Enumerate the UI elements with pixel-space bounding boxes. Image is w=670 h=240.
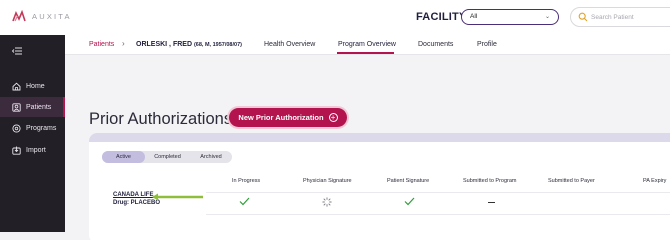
tab-program-overview[interactable]: Program Overview bbox=[338, 41, 396, 48]
row-divider bbox=[206, 192, 670, 193]
card-header-band bbox=[89, 133, 670, 142]
column-header-patient-signature: Patient Signature bbox=[387, 178, 430, 184]
loading-spinner-icon bbox=[322, 197, 332, 207]
app-logo[interactable]: AUXITA bbox=[12, 10, 72, 22]
row-divider bbox=[206, 214, 670, 215]
column-header-physician-signature: Physician Signature bbox=[303, 178, 352, 184]
sidebar-item-label: Import bbox=[26, 146, 46, 154]
patient-detail: (68, M, 1957/08/07) bbox=[193, 42, 242, 48]
logo-text: AUXITA bbox=[32, 11, 72, 21]
facility-select-value: All bbox=[470, 13, 478, 20]
import-icon bbox=[12, 146, 21, 155]
check-icon bbox=[239, 197, 250, 206]
collapse-sidebar-icon[interactable] bbox=[12, 47, 22, 55]
sidebar-item-home[interactable]: Home bbox=[0, 76, 65, 96]
column-header-pa-expiry: PA Expiry bbox=[643, 178, 667, 184]
sidebar-item-label: Patients bbox=[26, 103, 52, 111]
not-applicable-dash bbox=[488, 202, 495, 203]
sidebar-item-programs[interactable]: Programs bbox=[0, 118, 65, 138]
auxita-logo-icon bbox=[12, 10, 26, 22]
patient-name: ORLESKI , FRED bbox=[136, 41, 193, 48]
active-tab-indicator bbox=[337, 52, 394, 54]
programs-icon bbox=[12, 123, 21, 133]
new-prior-authorization-button[interactable]: New Prior Authorization + bbox=[229, 108, 347, 127]
sidebar-item-label: Home bbox=[26, 82, 45, 90]
filter-active[interactable]: Active bbox=[102, 151, 145, 163]
page-title: Prior Authorizations bbox=[89, 110, 233, 128]
arrow-left-icon bbox=[152, 193, 203, 201]
chevron-down-icon: ⌄ bbox=[544, 14, 550, 20]
sidebar-item-import[interactable]: Import bbox=[0, 140, 65, 160]
check-icon bbox=[404, 197, 415, 206]
sidebar-item-label: Programs bbox=[26, 124, 57, 132]
new-prior-authorization-label: New Prior Authorization bbox=[238, 113, 324, 122]
filter-archived[interactable]: Archived bbox=[190, 151, 232, 163]
breadcrumb-patients-link[interactable]: Patients bbox=[89, 41, 114, 48]
column-header-submitted-to-payer: Submitted to Payer bbox=[548, 178, 595, 184]
insurer-link[interactable]: CANADA LIFE bbox=[113, 192, 153, 198]
status-filter-group: Active Completed Archived bbox=[102, 151, 232, 163]
facility-select[interactable]: All ⌄ bbox=[461, 9, 559, 25]
plus-icon: + bbox=[328, 113, 338, 122]
tab-documents[interactable]: Documents bbox=[418, 41, 453, 48]
column-header-submitted-to-program: Submitted to Program bbox=[463, 178, 517, 184]
patient-subheader: Patients › ORLESKI , FRED (68, M, 1957/0… bbox=[65, 35, 670, 55]
search-icon bbox=[578, 12, 588, 22]
tab-health-overview[interactable]: Health Overview bbox=[264, 41, 315, 48]
home-icon bbox=[12, 82, 21, 90]
filter-completed[interactable]: Completed bbox=[146, 151, 189, 163]
sidebar-item-patients[interactable]: Patients bbox=[0, 97, 65, 117]
breadcrumb-patient-name: ORLESKI , FRED (68, M, 1957/08/07) bbox=[136, 41, 242, 48]
tab-profile[interactable]: Profile bbox=[477, 41, 497, 48]
sidebar: Home Patients Programs Import bbox=[0, 35, 65, 232]
chevron-right-icon: › bbox=[122, 39, 125, 48]
search-input[interactable]: Search Patient bbox=[570, 7, 670, 27]
column-header-in-progress: In Progress bbox=[232, 178, 261, 184]
prior-authorizations-card: Active Completed Archived In Progress Ph… bbox=[89, 133, 670, 240]
search-placeholder: Search Patient bbox=[591, 14, 634, 21]
top-bar: AUXITA FACILITY All ⌄ Search Patient bbox=[0, 0, 670, 35]
patients-icon bbox=[12, 102, 21, 112]
facility-label: FACILITY bbox=[416, 11, 467, 23]
